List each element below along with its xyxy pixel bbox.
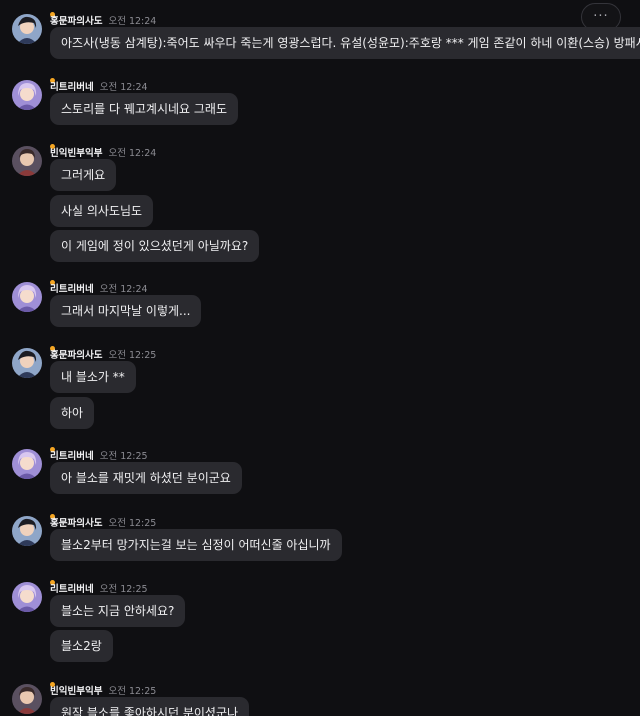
girl-avatar-icon [12, 80, 42, 110]
username[interactable]: 리트리버네 [50, 584, 94, 595]
message-bubble[interactable]: 아즈사(냉동 삼계탕):죽어도 싸우다 죽는게 영광스럽다. 유설(성윤모):주… [50, 27, 640, 59]
message-header: 빈익빈부익부 오전 12:24 [50, 144, 157, 159]
message-bubble[interactable]: 하아 [50, 397, 95, 429]
warrior-avatar-icon [12, 516, 42, 546]
message-header: 리트리버네 오전 12:24 [50, 280, 148, 295]
message-header: 빈익빈부익부 오전 12:25 [50, 682, 157, 697]
timestamp: 오전 12:25 [99, 451, 148, 462]
message-bubble[interactable]: 이 게임에 정이 있으셨던게 아닐까요? [50, 230, 260, 262]
timestamp: 오전 12:25 [99, 584, 148, 595]
character-avatar-icon [12, 684, 42, 714]
avatar[interactable] [12, 447, 55, 479]
girl-avatar-icon [12, 449, 42, 479]
timestamp: 오전 12:24 [108, 148, 157, 159]
message-header: 홍문파의사도 오전 12:25 [50, 514, 157, 529]
timestamp: 오전 12:24 [99, 284, 148, 295]
timestamp: 오전 12:24 [108, 16, 157, 27]
message-header: 리트리버네 오전 12:25 [50, 447, 148, 462]
chat-log: ··· 홍문파의사도 오전 12:24 아즈사(냉동 삼계탕):죽어도 싸우다 죽… [0, 0, 640, 716]
character-avatar-icon [12, 146, 42, 176]
girl-avatar-icon [12, 582, 42, 612]
message-header: 리트리버네 오전 12:25 [50, 580, 148, 595]
username[interactable]: 홍문파의사도 [50, 350, 102, 361]
username[interactable]: 빈익빈부익부 [50, 148, 102, 159]
message-bubble[interactable]: 그래서 마지막날 이렇게... [50, 295, 202, 327]
avatar[interactable] [12, 682, 55, 714]
warrior-avatar-icon [12, 14, 42, 44]
timestamp: 오전 12:24 [99, 82, 148, 93]
message-bubble[interactable]: 블소2부터 망가지는걸 보는 심정이 어떠신줄 아십니까 [50, 529, 342, 561]
message-bubble[interactable]: 사실 의사도님도 [50, 195, 154, 227]
username[interactable]: 빈익빈부익부 [50, 686, 102, 697]
message-bubble[interactable]: 내 블소가 ** [50, 361, 136, 393]
message-bubble[interactable]: 블소는 지금 안하세요? [50, 595, 186, 627]
message-bubble[interactable]: 원작 블소를 좋아하시던 분이셨군나 [50, 697, 250, 716]
username[interactable]: 리트리버네 [50, 451, 94, 462]
warrior-avatar-icon [12, 348, 42, 378]
girl-avatar-icon [12, 282, 42, 312]
username[interactable]: 홍문파의사도 [50, 16, 102, 27]
timestamp: 오전 12:25 [108, 686, 157, 697]
avatar[interactable] [12, 514, 55, 546]
avatar[interactable] [12, 144, 55, 176]
username[interactable]: 홍문파의사도 [50, 518, 102, 529]
message-header: 홍문파의사도 오전 12:24 [50, 12, 157, 27]
username[interactable]: 리트리버네 [50, 82, 94, 93]
avatar[interactable] [12, 346, 55, 378]
message-bubble[interactable]: 그러게요 [50, 159, 117, 191]
message-header: 홍문파의사도 오전 12:25 [50, 346, 157, 361]
message-bubble[interactable]: 블소2랑 [50, 630, 113, 662]
timestamp: 오전 12:25 [108, 518, 157, 529]
avatar[interactable] [12, 580, 55, 612]
username[interactable]: 리트리버네 [50, 284, 94, 295]
message-header: 리트리버네 오전 12:24 [50, 78, 148, 93]
timestamp: 오전 12:25 [108, 350, 157, 361]
avatar[interactable] [12, 78, 55, 110]
avatar[interactable] [12, 280, 55, 312]
message-bubble[interactable]: 아 블소를 재밋게 하셨던 분이군요 [50, 462, 242, 494]
avatar[interactable] [12, 12, 55, 44]
message-bubble[interactable]: 스토리를 다 꿰고계시네요 그래도 [50, 93, 239, 125]
